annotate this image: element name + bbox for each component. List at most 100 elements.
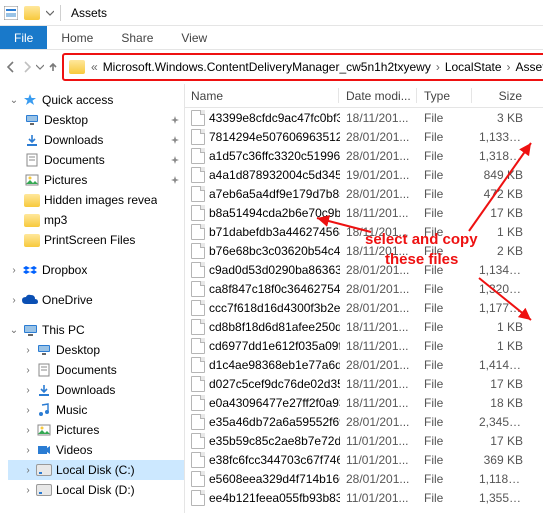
chevron-right-icon[interactable]: › [505, 60, 513, 74]
tree-item-label: Hidden images revea [44, 193, 157, 207]
collapse-icon[interactable]: ⌄ [8, 95, 20, 106]
up-button[interactable] [46, 55, 60, 79]
tree-dropbox[interactable]: › Dropbox [8, 260, 184, 280]
breadcrumb[interactable]: Assets [513, 60, 543, 74]
file-row[interactable]: a1d57c36ffc3320c519969... 28/01/201... F… [185, 146, 543, 165]
file-date: 19/01/201... [340, 168, 418, 182]
file-icon [191, 148, 205, 164]
tree-item[interactable]: Downloads [8, 130, 184, 150]
file-row[interactable]: cd8b8f18d6d81afee250d... 18/11/201... Fi… [185, 317, 543, 336]
file-icon [191, 262, 205, 278]
tab-file[interactable]: File [0, 26, 47, 49]
file-size: 17 KB [473, 434, 543, 448]
tree-item-label: Desktop [44, 113, 88, 127]
tree-item[interactable]: › Pictures [8, 420, 184, 440]
tree-this-pc[interactable]: ⌄ This PC [8, 320, 184, 340]
expand-icon[interactable]: › [22, 405, 34, 416]
file-name: b8a51494cda2b6e70c9b6... [209, 206, 340, 220]
file-row[interactable]: e35a46db72a6a59552f69d... 28/01/201... F… [185, 412, 543, 431]
file-date: 28/01/201... [340, 472, 418, 486]
address-bar[interactable]: « Microsoft.Windows.ContentDeliveryManag… [65, 56, 543, 78]
breadcrumb[interactable]: LocalState [442, 60, 505, 74]
tree-item[interactable]: Documents [8, 150, 184, 170]
tree-item[interactable]: mp3 [8, 210, 184, 230]
file-row[interactable]: b76e68bc3c03620b54c48... 18/11/201... Fi… [185, 241, 543, 260]
expand-icon[interactable]: › [22, 485, 34, 496]
tree-onedrive[interactable]: › OneDrive [8, 290, 184, 310]
file-row[interactable]: d027c5cef9dc76de02d35... 18/11/201... Fi… [185, 374, 543, 393]
tab-share[interactable]: Share [107, 26, 167, 49]
tree-item[interactable]: › Local Disk (C:) [8, 460, 184, 480]
file-icon [191, 319, 205, 335]
tab-home[interactable]: Home [47, 26, 107, 49]
file-row[interactable]: ee4b121feea055fb93b8393... 11/01/201... … [185, 488, 543, 507]
expand-icon[interactable]: › [8, 265, 20, 276]
tree-item[interactable]: PrintScreen Files [8, 230, 184, 250]
file-size: 1 KB [473, 225, 543, 239]
file-icon [191, 490, 205, 506]
expand-icon[interactable]: › [22, 465, 34, 476]
file-row[interactable]: e0a43096477e27ff2f0a93... 18/11/201... F… [185, 393, 543, 412]
file-row[interactable]: 43399e8cfdc9ac47fc0bf3... 18/11/201... F… [185, 108, 543, 127]
file-type: File [418, 415, 473, 429]
dropbox-icon [22, 262, 38, 278]
back-button[interactable] [4, 55, 18, 79]
file-type: File [418, 206, 473, 220]
tree-item[interactable]: › Downloads [8, 380, 184, 400]
file-row[interactable]: ca8f847c18f0c36462754... 28/01/201... Fi… [185, 279, 543, 298]
column-type[interactable]: Type [418, 84, 473, 107]
tree-item[interactable]: › Music [8, 400, 184, 420]
file-name: a7eb6a5a4df9e179d7b85... [209, 187, 340, 201]
qat-expand-icon[interactable] [46, 9, 54, 17]
file-row[interactable]: c9ad0d53d0290ba86363d... 28/01/201... Fi… [185, 260, 543, 279]
file-icon [191, 357, 205, 373]
tree-item[interactable]: › Documents [8, 360, 184, 380]
file-icon [191, 243, 205, 259]
expand-icon[interactable]: › [8, 295, 20, 306]
tab-view[interactable]: View [167, 26, 221, 49]
file-row[interactable]: cd6977dd1e612f035a09f9... 18/11/201... F… [185, 336, 543, 355]
file-type: File [418, 339, 473, 353]
file-row[interactable]: 7814294e5076069635124... 28/01/201... Fi… [185, 127, 543, 146]
file-type: File [418, 282, 473, 296]
expand-icon[interactable]: › [22, 345, 34, 356]
file-date: 28/01/201... [340, 149, 418, 163]
recent-locations-button[interactable] [36, 55, 44, 79]
tree-item[interactable]: › Videos [8, 440, 184, 460]
file-row[interactable]: b8a51494cda2b6e70c9b6... 18/11/201... Fi… [185, 203, 543, 222]
column-date[interactable]: Date modi... [340, 84, 418, 107]
column-name[interactable]: Name [185, 84, 340, 107]
tree-item[interactable]: Pictures [8, 170, 184, 190]
file-row[interactable]: e35b59c85c2ae8b7e72dc... 11/01/201... Fi… [185, 431, 543, 450]
tree-item-label: Downloads [44, 133, 103, 147]
breadcrumb[interactable]: Microsoft.Windows.ContentDeliveryManager… [100, 60, 434, 74]
file-date: 18/11/201... [340, 396, 418, 410]
chevron-right-icon[interactable]: › [434, 60, 442, 74]
tree-item[interactable]: › Desktop [8, 340, 184, 360]
file-row[interactable]: e5608eea329d4f714b166... 28/01/201... Fi… [185, 469, 543, 488]
column-size[interactable]: Size [473, 84, 543, 107]
file-size: 849 KB [473, 168, 543, 182]
tree-item[interactable]: Hidden images revea [8, 190, 184, 210]
onedrive-icon [22, 292, 38, 308]
tree-quick-access[interactable]: ⌄ Quick access [8, 90, 184, 110]
tree-item[interactable]: › Local Disk (D:) [8, 480, 184, 500]
collapse-icon[interactable]: ⌄ [8, 325, 20, 336]
expand-icon[interactable]: › [22, 365, 34, 376]
file-row[interactable]: ccc7f618d16d4300f3b2ef... 28/01/201... F… [185, 298, 543, 317]
file-row[interactable]: d1c4ae98368eb1e77a6da... 28/01/201... Fi… [185, 355, 543, 374]
expand-icon[interactable]: › [22, 385, 34, 396]
file-row[interactable]: b71dabefdb3a446274568... 18/11/201... Fi… [185, 222, 543, 241]
file-row[interactable]: a4a1d878932004c5d34501... 19/01/201... F… [185, 165, 543, 184]
chevron-left-icon[interactable]: « [89, 60, 100, 74]
file-size: 1,133 KB [473, 130, 543, 144]
expand-icon[interactable]: › [22, 445, 34, 456]
tree-item[interactable]: Desktop [8, 110, 184, 130]
file-name: a1d57c36ffc3320c519969... [209, 149, 340, 163]
file-row[interactable]: a7eb6a5a4df9e179d7b85... 28/01/201... Fi… [185, 184, 543, 203]
expand-icon[interactable]: › [22, 425, 34, 436]
file-date: 11/01/201... [340, 491, 418, 505]
forward-button[interactable] [20, 55, 34, 79]
file-date: 18/11/201... [340, 111, 418, 125]
file-row[interactable]: e38fc6fcc344703c67f746... 11/01/201... F… [185, 450, 543, 469]
